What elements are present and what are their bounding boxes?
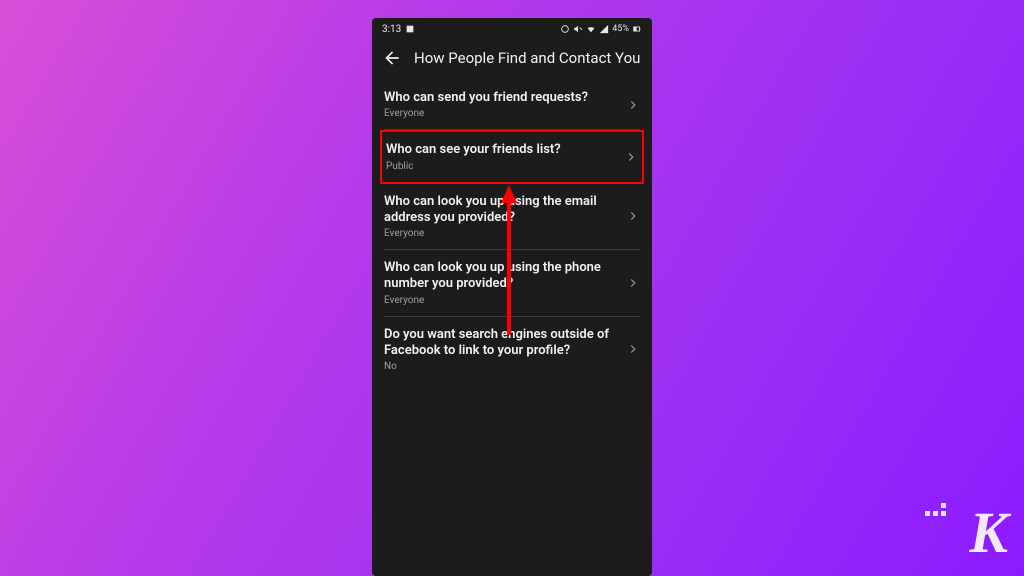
setting-title: Who can look you up using the email addr… xyxy=(384,194,620,227)
app-header: How People Find and Contact You xyxy=(372,40,652,80)
battery-icon xyxy=(632,24,642,34)
chevron-right-icon xyxy=(626,342,640,356)
logo-dots-icon xyxy=(925,503,946,516)
mute-icon xyxy=(573,24,583,34)
setting-lookup-email[interactable]: Who can look you up using the email addr… xyxy=(384,184,640,251)
alarm-icon xyxy=(560,24,570,34)
status-time: 3:13 xyxy=(382,24,401,35)
back-arrow-icon[interactable] xyxy=(382,48,402,68)
setting-title: Who can send you friend requests? xyxy=(384,90,620,106)
setting-value: Everyone xyxy=(384,295,620,306)
setting-title: Who can see your friends list? xyxy=(386,142,618,158)
chevron-right-icon xyxy=(626,98,640,112)
chevron-right-icon xyxy=(626,209,640,223)
status-battery: 45% xyxy=(612,24,629,34)
phone-frame: 3:13 45% How People Find and Contact You… xyxy=(372,18,652,576)
status-bar: 3:13 45% xyxy=(372,18,652,40)
page-title: How People Find and Contact You xyxy=(414,49,640,67)
signal-icon xyxy=(599,24,609,34)
brand-logo: K xyxy=(969,504,1006,562)
setting-title: Do you want search engines outside of Fa… xyxy=(384,327,620,360)
settings-list: Who can send you friend requests? Everyo… xyxy=(372,80,652,382)
setting-value: Public xyxy=(386,161,618,172)
setting-friends-list[interactable]: Who can see your friends list? Public xyxy=(380,130,644,183)
setting-value: Everyone xyxy=(384,108,620,119)
chevron-right-icon xyxy=(624,150,638,164)
setting-lookup-phone[interactable]: Who can look you up using the phone numb… xyxy=(384,250,640,317)
setting-title: Who can look you up using the phone numb… xyxy=(384,260,620,293)
chevron-right-icon xyxy=(626,276,640,290)
setting-value: Everyone xyxy=(384,228,620,239)
setting-friend-requests[interactable]: Who can send you friend requests? Everyo… xyxy=(384,80,640,130)
notification-icon xyxy=(405,24,415,34)
setting-value: No xyxy=(384,361,620,372)
wifi-icon xyxy=(586,24,596,34)
setting-search-engines[interactable]: Do you want search engines outside of Fa… xyxy=(384,317,640,383)
